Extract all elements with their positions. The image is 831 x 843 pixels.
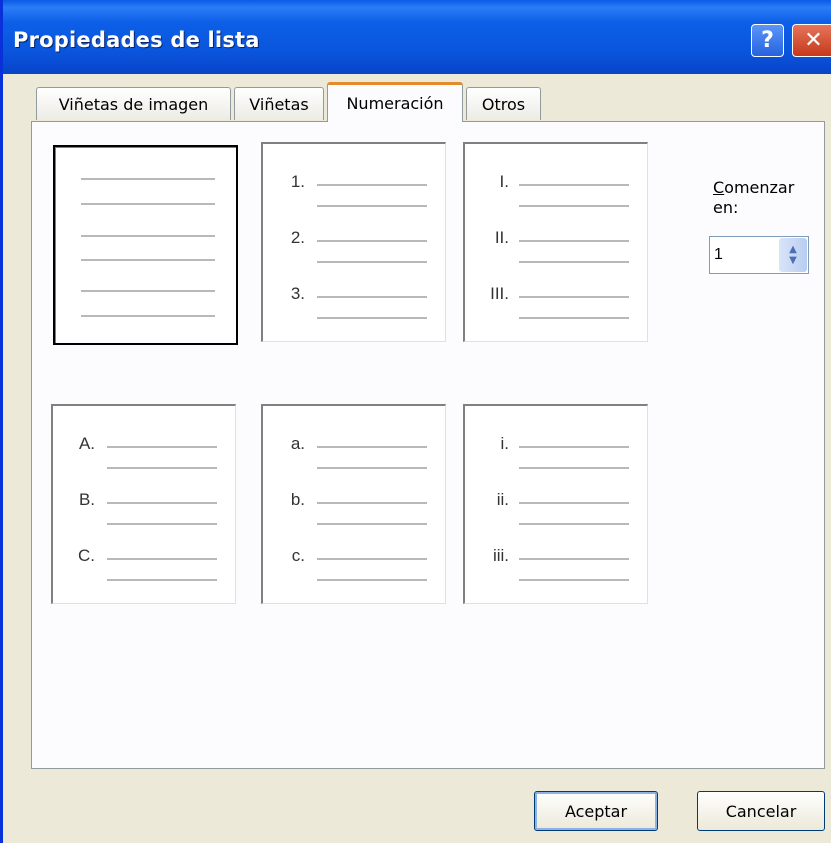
list-properties-dialog: Propiedades de lista ? ✕ Viñetas de imag… [0, 0, 831, 843]
tab-vinetas[interactable]: Viñetas [234, 87, 324, 120]
style-label: a. [290, 434, 305, 453]
style-label: iii. [492, 546, 509, 565]
style-none[interactable] [53, 145, 238, 345]
tab-vinetas-de-imagen[interactable]: Viñetas de imagen [36, 87, 231, 120]
style-label: i. [500, 434, 510, 453]
style-label: 2. [290, 228, 305, 247]
start-at-label: Comenzar en: [713, 178, 794, 218]
style-numbers[interactable]: 1. 2. 3. [261, 142, 446, 342]
style-upper-alpha[interactable]: A. B. C. [51, 404, 236, 604]
tab-label: Numeración [346, 94, 444, 113]
tab-label: Otros [481, 94, 526, 114]
style-label: III. [490, 284, 509, 303]
style-label: C. [78, 546, 95, 565]
tab-label: Viñetas [249, 94, 309, 114]
style-label: A. [78, 434, 95, 453]
chevron-down-icon[interactable]: ▼ [789, 255, 797, 266]
style-label: 1. [290, 172, 305, 191]
style-label: I. [499, 172, 509, 191]
ok-button-label: Aceptar [564, 801, 628, 821]
style-lower-roman[interactable]: i. ii. iii. [463, 404, 648, 604]
tab-label: Viñetas de imagen [58, 94, 209, 114]
tab-otros[interactable]: Otros [466, 87, 541, 120]
ok-button[interactable]: Aceptar [534, 791, 658, 831]
style-label: b. [290, 490, 305, 509]
start-at-mnemonic: C [713, 178, 725, 197]
start-at-label-line2: en: [713, 198, 739, 217]
start-at-spinner[interactable]: ▲ ▼ [779, 238, 807, 272]
style-label: II. [494, 228, 509, 247]
style-label: B. [78, 490, 95, 509]
style-label: 3. [290, 284, 305, 303]
chevron-up-icon[interactable]: ▲ [789, 244, 797, 255]
style-label: ii. [496, 490, 509, 509]
help-button[interactable]: ? [751, 24, 784, 57]
cancel-button-label: Cancelar [725, 801, 797, 821]
tab-numeracion[interactable]: Numeración [327, 82, 463, 122]
start-at-value: 1 [714, 246, 723, 263]
close-button[interactable]: ✕ [792, 24, 831, 57]
start-at-label-text: omenzar [724, 178, 795, 197]
cancel-button[interactable]: Cancelar [697, 791, 825, 831]
style-label: c. [291, 546, 305, 565]
window-title: Propiedades de lista [13, 28, 260, 52]
close-icon: ✕ [804, 28, 823, 53]
help-icon: ? [761, 28, 774, 53]
style-upper-roman[interactable]: I. II. III. [463, 142, 648, 342]
style-lower-alpha[interactable]: a. b. c. [261, 404, 446, 604]
title-bar[interactable]: Propiedades de lista ? ✕ [3, 0, 831, 74]
